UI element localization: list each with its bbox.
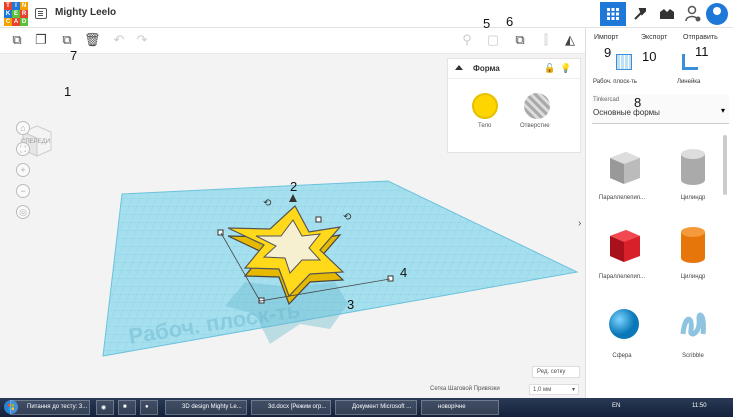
taskbar-item[interactable]: Питання до тесту: 3... (10, 400, 90, 415)
send-button[interactable]: Отправить (683, 34, 718, 41)
annotation-number: 8 (634, 95, 642, 110)
shape-label: Параллелепип... (598, 195, 646, 201)
shape-inspector: Форма 🔓 💡 Тело Отверстие (447, 58, 581, 153)
solid-button[interactable] (472, 93, 498, 119)
zoom-in-icon[interactable]: + (16, 163, 30, 177)
library-scrollbar[interactable] (723, 135, 727, 195)
shape-label: Сфера (612, 353, 632, 359)
shape-inspector-header[interactable]: Форма 🔓 💡 (448, 59, 580, 79)
cylinder-shape-orange[interactable] (673, 224, 713, 264)
box-shape-red[interactable] (604, 224, 644, 264)
lock-icon[interactable]: 🔓 (544, 63, 555, 74)
mirror-icon[interactable]: ◭ (562, 32, 578, 48)
annotation-number: 7 (70, 48, 78, 63)
zoom-out-icon[interactable]: − (16, 184, 30, 198)
taskbar-item[interactable]: Документ Microsoft ... (335, 400, 417, 415)
shape-label: Цилиндр (680, 274, 706, 280)
taskbar-item[interactable]: 3d.docx [Режим огр... (251, 400, 331, 415)
shape-label: Параллелепип... (598, 274, 646, 280)
design-title[interactable]: Mighty Leelo (55, 7, 116, 18)
note-icon[interactable]: ⚲ (459, 32, 475, 48)
library-source: Tinkercad (593, 97, 620, 103)
library-selected: Основные формы (593, 108, 660, 117)
tinkercad-logo[interactable]: TIN KER CAD (4, 2, 28, 26)
3d-view-button[interactable] (600, 2, 626, 26)
perspective-icon[interactable]: ◎ (16, 205, 30, 219)
annotation-number: 1 (64, 84, 72, 99)
annotation-number: 3 (347, 297, 355, 312)
shape-label: Цилиндр (680, 195, 706, 201)
paste-icon[interactable]: ❐ (33, 32, 49, 48)
annotation-number: 6 (506, 14, 514, 29)
import-button[interactable]: Импорт (594, 34, 618, 41)
chrome-icon[interactable]: ◉ (96, 400, 114, 415)
snap-grid-label: Сетка Шаговой Привязки (430, 386, 500, 392)
group-icon[interactable]: ▢ (485, 32, 501, 48)
annotation-number: 2 (290, 179, 298, 194)
opera-icon[interactable]: ● (140, 400, 158, 415)
annotation-number: 9 (604, 45, 612, 60)
blocks-icon[interactable] (654, 2, 680, 26)
export-button[interactable]: Экспорт (641, 34, 667, 41)
design-list-icon[interactable] (35, 8, 47, 19)
taskbar-item[interactable]: новорічне (421, 400, 499, 415)
annotation-number: 11 (695, 44, 709, 59)
collapse-icon[interactable] (455, 65, 463, 70)
edit-toolbar: ⧉ ❐ ⧉ 🗑 ↶ ↷ ⚲ ▢ ⧉ ⫿ ◭ (0, 28, 585, 54)
chevron-down-icon: ▾ (571, 387, 575, 393)
annotation-number: 4 (400, 265, 408, 280)
svg-text:⟲: ⟲ (343, 212, 352, 223)
chevron-down-icon: ▾ (720, 106, 725, 115)
panel-toggle-icon[interactable]: › (578, 218, 581, 229)
scribble-shape[interactable] (673, 304, 713, 344)
grid-icon (607, 8, 619, 20)
workplane-tool-icon[interactable] (616, 54, 632, 70)
box-shape-gray[interactable] (604, 146, 644, 186)
fit-view-icon[interactable]: ⛶ (16, 142, 30, 156)
ungroup-icon[interactable]: ⧉ (512, 32, 528, 48)
ruler-tool-label[interactable]: Линейка (677, 79, 700, 85)
sphere-shape[interactable] (604, 304, 644, 344)
hole-label: Отверстие (520, 123, 550, 129)
svg-text:⟲: ⟲ (263, 198, 272, 209)
hole-button[interactable] (524, 93, 550, 119)
copy-icon[interactable]: ⧉ (9, 32, 25, 48)
right-panel: Импорт Экспорт Отправить Рабоч. плоск-ть… (586, 28, 733, 398)
snap-grid-select[interactable]: 1,0 мм ▾ (529, 384, 579, 395)
undo-icon[interactable]: ↶ (111, 32, 127, 48)
annotation-number: 5 (483, 16, 491, 31)
windows-taskbar: Питання до тесту: 3... ◉ ■ ● 3D design M… (0, 398, 733, 417)
duplicate-icon[interactable]: ⧉ (59, 32, 75, 48)
workplane-tool-label[interactable]: Рабоч. плоск-ть (593, 79, 637, 85)
align-icon[interactable]: ⫿ (538, 32, 554, 48)
top-bar: TIN KER CAD Mighty Leelo (0, 0, 733, 28)
add-user-icon[interactable] (680, 2, 706, 26)
snap-grid-value: 1,0 мм (533, 387, 552, 393)
hammer-icon[interactable] (627, 2, 653, 26)
delete-icon[interactable]: 🗑 (84, 32, 101, 48)
bulb-icon[interactable]: 💡 (560, 63, 571, 74)
edit-grid-button[interactable]: Ред. сетку (532, 366, 580, 378)
clock[interactable]: 11:50 (692, 403, 707, 409)
cylinder-shape-gray[interactable] (673, 146, 713, 186)
solid-label: Тело (478, 123, 492, 129)
shape-inspector-title: Форма (473, 64, 500, 73)
shape-library-select[interactable]: Tinkercad Основные формы ▾ (592, 94, 729, 124)
taskbar-item[interactable]: 3D design Mighty Le... (165, 400, 247, 415)
home-view-icon[interactable]: ⌂ (16, 121, 30, 135)
redo-icon[interactable]: ↷ (134, 32, 150, 48)
user-avatar[interactable] (706, 3, 728, 25)
language-indicator[interactable]: EN (612, 403, 620, 409)
annotation-number: 10 (642, 49, 657, 64)
app-icon[interactable]: ■ (118, 400, 136, 415)
shape-label: Scribble (682, 353, 704, 359)
